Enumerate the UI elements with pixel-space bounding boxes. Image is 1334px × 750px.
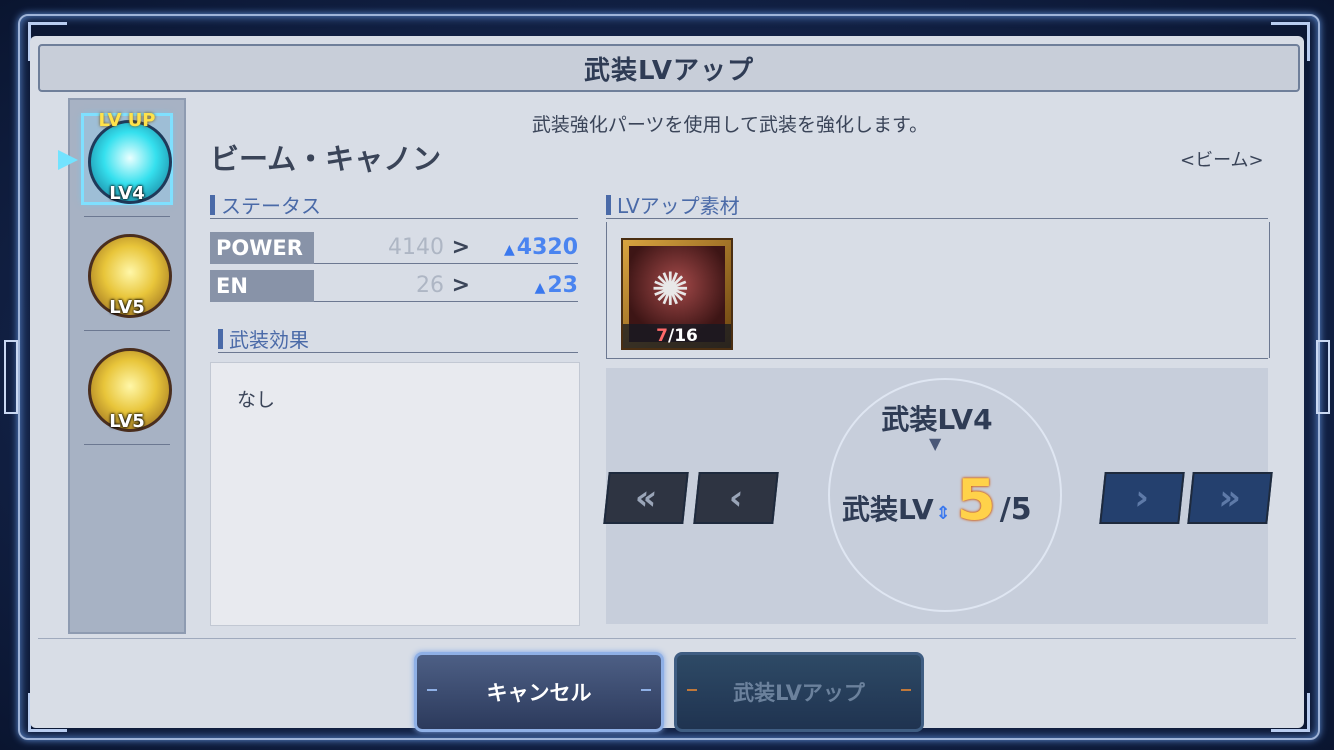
double-chevron-left-icon: «: [632, 478, 660, 518]
stat-row-en: EN 26 > ▲23: [210, 270, 578, 302]
status-heading: ステータス: [210, 190, 321, 219]
status-heading-label: ステータス: [221, 194, 321, 218]
stat-new: 23: [547, 273, 578, 298]
up-arrow-icon: ▲: [503, 242, 515, 258]
effect-box: なし: [210, 362, 580, 626]
divider: [84, 444, 170, 445]
button-decoration: [901, 689, 911, 691]
effect-heading: 武装効果: [218, 324, 309, 353]
cancel-button[interactable]: キャンセル: [414, 652, 664, 732]
weapon-slot-2[interactable]: LV5: [84, 230, 172, 318]
weapon-list-sidebar: LV UP LV4 LV5 LV5: [58, 98, 186, 634]
heading-bar: [210, 194, 215, 215]
up-down-arrow-icon: ⇕: [935, 503, 951, 524]
weapon-slot-3[interactable]: LV5: [84, 344, 172, 432]
level-up-confirm-button[interactable]: 武装LVアップ: [674, 652, 924, 732]
new-level: 武装LV ⇕ 5 /5: [842, 468, 1032, 533]
divider: [38, 638, 1296, 639]
burst-icon: ✺: [651, 262, 690, 316]
button-decoration: [641, 689, 651, 691]
level-up-button[interactable]: ›: [1099, 472, 1185, 524]
stat-label: POWER: [210, 232, 314, 264]
divider: [606, 358, 1268, 359]
effect-heading-label: 武装効果: [229, 328, 309, 352]
up-arrow-icon: ▲: [534, 280, 546, 296]
material-have: 7: [656, 326, 668, 346]
divider: [84, 216, 170, 217]
stat-row-power: POWER 4140 > ▲4320: [210, 232, 578, 264]
level-selector: 武装LV4 ▼ 武装LV ⇕ 5 /5 « ‹ › »: [603, 368, 1273, 624]
divider: [210, 218, 578, 219]
lvup-badge: LV UP: [98, 110, 156, 131]
chevron-down-icon: ▼: [929, 434, 942, 453]
material-item[interactable]: ✺ 7/16: [621, 238, 733, 350]
divider: [84, 330, 170, 331]
divider: [314, 301, 578, 302]
stat-current: 4140: [388, 235, 444, 260]
weapon-level: LV5: [109, 297, 145, 318]
weapon-type: <ビーム>: [1180, 150, 1264, 171]
max-level: /5: [999, 492, 1032, 527]
divider: [606, 218, 1268, 219]
chevron-right-icon: >: [451, 235, 470, 260]
heading-bar: [606, 194, 611, 215]
stat-current: 26: [416, 273, 444, 298]
divider: [314, 263, 578, 264]
divider: [218, 352, 578, 353]
chevron-right-icon: ›: [1132, 478, 1152, 518]
weapon-level: LV5: [109, 411, 145, 432]
new-level-label: 武装LV: [842, 493, 934, 526]
button-decoration: [427, 689, 437, 691]
level-min-button[interactable]: «: [603, 472, 689, 524]
weapon-slot-1[interactable]: LV UP LV4: [58, 110, 173, 205]
effect-text: なし: [237, 389, 276, 411]
stat-new-value: ▲23: [535, 270, 578, 302]
materials-box: ✺ 7/16: [606, 222, 1270, 358]
weapon-level: LV4: [109, 183, 145, 204]
level-max-button[interactable]: »: [1187, 472, 1273, 524]
materials-heading: LVアップ素材: [606, 190, 740, 219]
material-need: /16: [667, 326, 698, 346]
material-count: 7/16: [623, 324, 731, 348]
selected-arrow-icon: [58, 150, 78, 170]
frame-side-decoration: [1316, 340, 1330, 414]
chevron-left-icon: ‹: [726, 478, 746, 518]
chevron-right-icon: >: [451, 273, 470, 298]
button-decoration: [687, 689, 697, 691]
double-chevron-right-icon: »: [1216, 478, 1244, 518]
confirm-button-label: 武装LVアップ: [733, 681, 865, 705]
description-text: 武装強化パーツを使用して武装を強化します。: [531, 114, 929, 136]
stat-label: EN: [210, 270, 314, 302]
level-down-button[interactable]: ‹: [693, 472, 779, 524]
new-level-value: 5: [956, 468, 996, 533]
title-bar: 武装LVアップ: [38, 44, 1300, 92]
stat-new-value: ▲4320: [504, 232, 578, 264]
stat-new: 4320: [516, 235, 578, 260]
weapon-name: ビーム・キャノン: [210, 142, 442, 176]
current-level: 武装LV4: [881, 403, 993, 436]
cancel-button-label: キャンセル: [486, 681, 592, 705]
heading-bar: [218, 328, 223, 349]
frame-side-decoration: [4, 340, 18, 414]
dialog-title: 武装LVアップ: [583, 55, 755, 86]
materials-heading-label: LVアップ素材: [617, 194, 740, 218]
